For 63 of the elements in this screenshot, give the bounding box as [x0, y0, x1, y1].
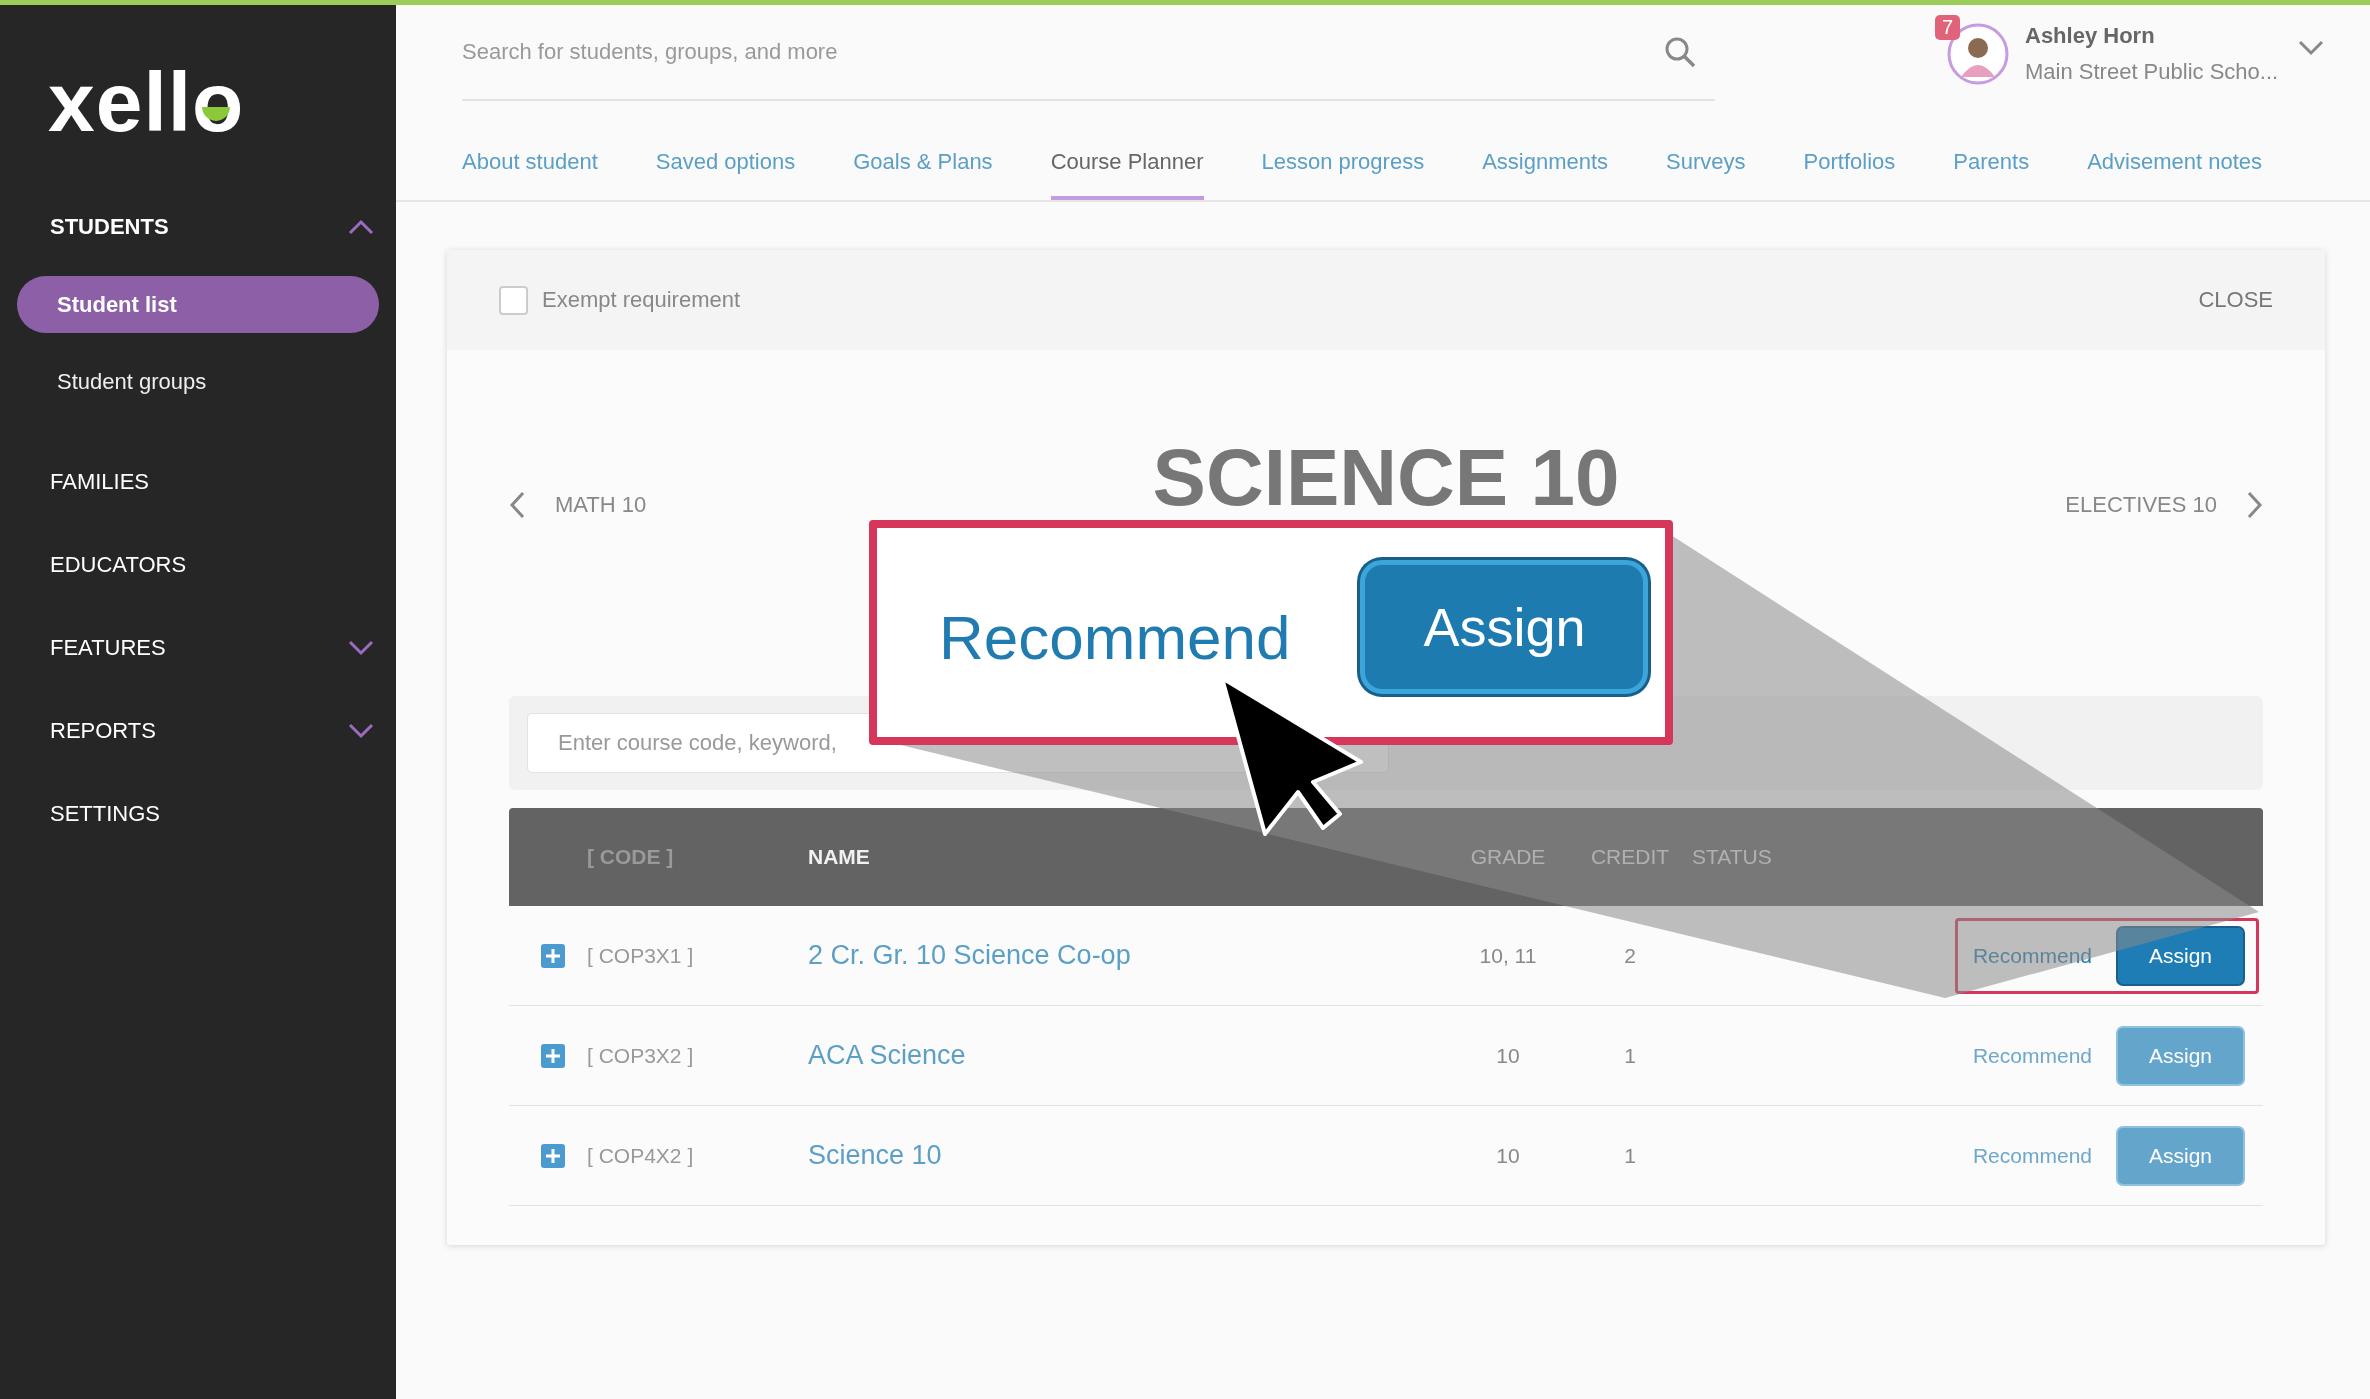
expand-icon[interactable] [541, 943, 565, 968]
recommend-link[interactable]: Recommend [1972, 943, 2092, 968]
course-code: [ COP4X2 ] [587, 1143, 695, 1168]
column-header: GRADE [1469, 845, 1547, 869]
tab[interactable]: Portfolios [1803, 127, 1896, 200]
chevron-left-icon [509, 491, 525, 519]
column-header: STATUS [1692, 845, 1773, 869]
expand-icon[interactable] [541, 1143, 565, 1168]
notification-badge: 7 [1935, 15, 1961, 40]
nav-section[interactable]: FAMILIES [50, 468, 150, 495]
tab[interactable]: Advisement notes [2087, 127, 2262, 200]
nav-item[interactable]: Student list [17, 276, 379, 333]
recommend-link[interactable]: Recommend [939, 602, 1291, 673]
nav-section[interactable]: EDUCATORS [50, 551, 187, 578]
nav-section[interactable]: REPORTS [50, 717, 156, 744]
course-name-link[interactable]: ACA Science [808, 1040, 1448, 1071]
assign-button[interactable]: Assign [2116, 1025, 2245, 1086]
assign-button[interactable]: Assign [2116, 925, 2245, 986]
chevron-icon[interactable] [348, 218, 374, 235]
tab[interactable]: About student [462, 127, 598, 200]
course-name-link[interactable]: 2 Cr. Gr. 10 Science Co-op [808, 940, 1448, 971]
logo: xello [48, 57, 245, 147]
chevron-right-icon [2247, 491, 2263, 519]
close-button[interactable]: CLOSE [2192, 286, 2279, 314]
course-name-link[interactable]: Science 10 [808, 1140, 1448, 1171]
next-link[interactable]: ELECTIVES 10 [2065, 491, 2263, 519]
course-code: [ COP3X2 ] [587, 1043, 695, 1068]
grade-cell-text: 10 [1495, 1143, 1521, 1168]
grade-cell-text: 10, 11 [1478, 943, 1538, 968]
checkbox[interactable] [499, 285, 528, 315]
assign-button[interactable]: Assign [1360, 559, 1649, 694]
user-name: Ashley Horn [2025, 23, 2156, 49]
recommend-link[interactable]: Recommend [1972, 1043, 2092, 1068]
expand-icon[interactable] [541, 1043, 565, 1068]
tab[interactable]: Parents [1953, 127, 2030, 200]
credit-cell-text: 1 [1623, 1043, 1637, 1068]
nav-section[interactable]: FEATURES [50, 634, 166, 661]
credit-cell-text: 1 [1623, 1143, 1637, 1168]
search-icon[interactable] [1663, 35, 1697, 69]
tab[interactable]: Surveys [1666, 127, 1746, 200]
course-title: SCIENCE 10 [1152, 438, 1620, 518]
chevron-icon[interactable] [348, 639, 374, 656]
previous-link[interactable]: MATH 10 [509, 491, 647, 519]
search-field[interactable]: Search for students, groups, and more [462, 39, 1462, 65]
course-code: [ COP3X1 ] [587, 943, 695, 968]
chevron-icon[interactable] [2298, 40, 2325, 56]
nav-section[interactable]: STUDENTS [50, 213, 169, 240]
tab[interactable]: Course Planner [1050, 127, 1204, 200]
school-name: Main Street Public Scho... [2025, 59, 2279, 85]
credit-cell-text: 2 [1623, 943, 1637, 968]
nav-section[interactable]: SETTINGS [50, 800, 160, 827]
tab[interactable]: Lesson progress [1261, 127, 1425, 200]
chevron-icon[interactable] [348, 722, 374, 739]
column-header: CREDIT [1589, 845, 1671, 869]
tab[interactable]: Saved options [655, 127, 796, 200]
checkbox-label: Exempt requirement [542, 287, 741, 313]
recommend-link[interactable]: Recommend [1972, 1143, 2092, 1168]
nav-item[interactable]: Student groups [17, 353, 379, 410]
assign-button[interactable]: Assign [2116, 1125, 2245, 1186]
column-header: NAME [808, 845, 871, 869]
grade-cell-text: 10 [1495, 1043, 1521, 1068]
tab[interactable]: Assignments [1482, 127, 1609, 200]
tab[interactable]: Goals & Plans [853, 127, 993, 200]
